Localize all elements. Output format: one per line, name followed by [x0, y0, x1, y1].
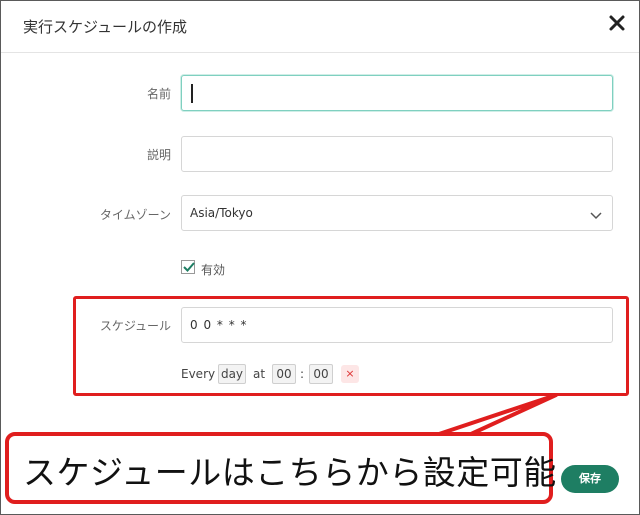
annotation-callout: スケジュールはこちらから設定可能 — [5, 432, 556, 504]
callout-text: スケジュールはこちらから設定可能 — [23, 453, 557, 492]
save-button[interactable]: 保存 — [561, 465, 619, 493]
dialog: 実行スケジュールの作成 名前 説明 タイムゾーン Asia/Tokyo 有効 ス… — [0, 0, 640, 515]
